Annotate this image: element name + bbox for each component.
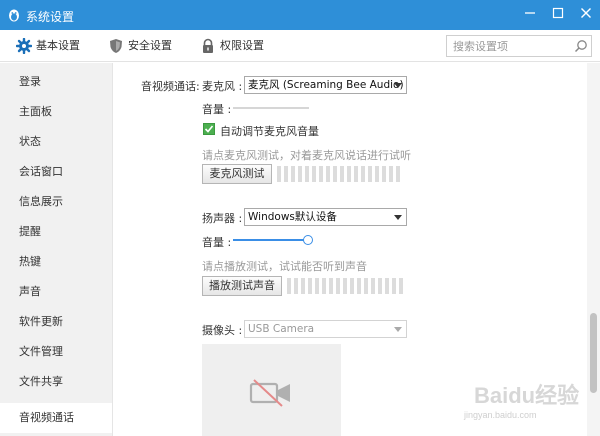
microphone-label: 麦克风 :	[202, 80, 243, 93]
camera-device: USB Camera	[248, 323, 315, 335]
slider-thumb[interactable]	[303, 235, 313, 245]
sidebar-item-status[interactable]: 状态	[0, 127, 112, 157]
av-section-label: 音视频通话:	[141, 80, 200, 93]
sidebar-item-av-call[interactable]: 音视频通话	[0, 403, 112, 433]
title-bar: 系统设置	[0, 0, 600, 30]
tab-label: 安全设置	[128, 39, 172, 52]
sidebar-item-info-display[interactable]: 信息展示	[0, 187, 112, 217]
tab-label: 基本设置	[36, 39, 80, 52]
auto-adjust-checkbox[interactable]	[203, 123, 215, 135]
window-title: 系统设置	[26, 10, 75, 24]
lock-icon	[203, 38, 213, 53]
shield-icon	[110, 39, 122, 53]
chevron-down-icon	[394, 327, 402, 332]
scrollbar-thumb[interactable]	[590, 313, 597, 393]
mic-test-hint: 请点麦克风测试，对着麦克风说话进行试听	[202, 149, 411, 162]
camera-label: 摄像头 :	[202, 324, 243, 337]
microphone-select[interactable]: 麦克风 (Screaming Bee Audio)	[244, 76, 407, 94]
speaker-level-meter	[287, 278, 407, 294]
tab-security-settings[interactable]: 安全设置	[108, 36, 188, 56]
auto-adjust-label: 自动调节麦克风音量	[220, 125, 319, 138]
tab-permission-settings[interactable]: 权限设置	[200, 36, 280, 56]
chevron-down-icon	[394, 215, 402, 220]
sidebar-item-software-update[interactable]: 软件更新	[0, 307, 112, 337]
mic-volume-slider[interactable]	[233, 103, 309, 113]
minimize-button[interactable]	[518, 4, 542, 26]
maximize-button[interactable]	[546, 4, 570, 26]
chevron-down-icon	[394, 83, 402, 88]
close-button[interactable]	[574, 4, 598, 26]
gear-icon	[16, 38, 32, 54]
speaker-volume-slider[interactable]	[233, 235, 313, 245]
camera-select[interactable]: USB Camera	[244, 320, 407, 338]
speaker-volume-label: 音量 :	[202, 236, 232, 249]
speaker-select[interactable]: Windows默认设备	[244, 208, 407, 226]
watermark-main: Baidu经验	[474, 383, 580, 408]
camera-preview	[202, 344, 341, 436]
mic-level-meter	[277, 166, 407, 182]
penguin-icon	[9, 9, 19, 22]
tab-label: 权限设置	[220, 39, 264, 52]
close-icon	[581, 8, 591, 18]
search-input[interactable]	[453, 38, 569, 54]
sidebar-item-file-sharing[interactable]: 文件共享	[0, 367, 112, 397]
mic-volume-label: 音量 :	[202, 103, 232, 116]
watermark-sub: jingyan.baidu.com	[464, 410, 537, 420]
sidebar-item-sound[interactable]: 声音	[0, 277, 112, 307]
sidebar-item-login[interactable]: 登录	[0, 67, 112, 97]
search-icon[interactable]	[574, 39, 588, 53]
tab-basic-settings[interactable]: 基本设置	[16, 36, 96, 56]
search-box[interactable]	[446, 35, 592, 57]
maximize-icon	[552, 7, 564, 19]
sidebar-item-chat-window[interactable]: 会话窗口	[0, 157, 112, 187]
sidebar-item-hotkeys[interactable]: 热键	[0, 247, 112, 277]
speaker-test-hint: 请点播放测试，试试能否听到声音	[202, 260, 367, 273]
checkmark-icon	[204, 125, 214, 133]
camera-off-icon	[249, 379, 290, 407]
sidebar-item-reminders[interactable]: 提醒	[0, 217, 112, 247]
speaker-device: Windows默认设备	[248, 211, 337, 223]
speaker-label: 扬声器 :	[202, 212, 243, 225]
slider-fill	[233, 239, 305, 241]
watermark: Baidu经验 jingyan.baidu.com	[460, 378, 590, 430]
mic-test-button[interactable]: 麦克风测试	[202, 164, 272, 184]
sidebar: 登录 主面板 状态 会话窗口 信息展示 提醒 热键 声音 软件更新 文件管理 文…	[0, 63, 113, 436]
speaker-test-button[interactable]: 播放测试声音	[202, 276, 282, 296]
minimize-icon	[525, 12, 535, 14]
slider-track	[233, 107, 309, 109]
sidebar-item-main-panel[interactable]: 主面板	[0, 97, 112, 127]
sidebar-item-file-management[interactable]: 文件管理	[0, 337, 112, 367]
microphone-device: 麦克风 (Screaming Bee Audio)	[248, 79, 404, 91]
